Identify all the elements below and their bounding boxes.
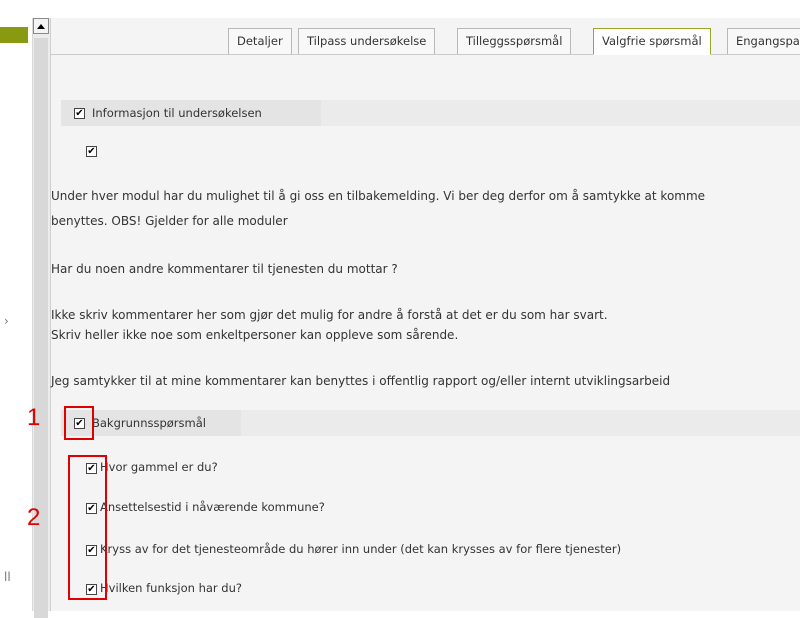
tab-valgfrie-sporsmal[interactable]: Valgfrie spørsmål — [593, 28, 711, 55]
tab-tilpass-undersokelse[interactable]: Tilpass undersøkelse — [298, 28, 436, 54]
info-paragraph-line: Ikke skriv kommentarer her som gjør det … — [51, 308, 608, 322]
annotation-marker-2: 2 — [27, 504, 41, 531]
section-background-title: Bakgrunnsspørsmål — [92, 416, 206, 430]
info-item-checkbox[interactable]: ✔ — [86, 146, 97, 157]
tab-engangspa[interactable]: Engangspa — [727, 28, 800, 54]
info-paragraph-line: Har du noen andre kommentarer til tjenes… — [51, 262, 398, 276]
section-info-checkbox[interactable]: ✔ — [74, 108, 85, 119]
tab-bar: Detaljer Tilpass undersøkelse Tilleggssp… — [51, 18, 800, 55]
question-label: Hvilken funksjon har du? — [100, 581, 242, 595]
question-label: Hvor gammel er du? — [100, 460, 218, 474]
annotation-box-2 — [68, 455, 107, 600]
left-glyph: ll — [4, 570, 11, 584]
scroll-up-button[interactable] — [33, 18, 49, 34]
info-paragraph-line: Jeg samtykker til at mine kommentarer ka… — [51, 374, 671, 388]
tab-tilleggssporsmal[interactable]: Tilleggsspørsmål — [457, 28, 572, 54]
info-paragraph-line: benyttes. OBS! Gjelder for alle moduler — [51, 214, 288, 228]
left-glyph: › — [4, 314, 9, 328]
section-info-title: Informasjon til undersøkelsen — [92, 106, 262, 120]
tab-detaljer[interactable]: Detaljer — [228, 28, 292, 54]
info-paragraph-line: Under hver modul har du mulighet til å g… — [51, 189, 706, 203]
left-accent-bar — [0, 27, 28, 43]
annotation-box-1 — [64, 406, 94, 440]
annotation-marker-1: 1 — [27, 404, 41, 431]
info-paragraph-line: Skriv heller ikke noe som enkeltpersoner… — [51, 328, 459, 342]
section-header-info: ✔ Informasjon til undersøkelsen — [61, 100, 321, 126]
arrow-up-icon — [37, 23, 45, 29]
question-label: Ansettelsestid i nåværende kommune? — [100, 500, 325, 514]
question-label: Kryss av for det tjenesteområde du hører… — [100, 542, 622, 556]
main-panel: Detaljer Tilpass undersøkelse Tilleggssp… — [50, 18, 800, 611]
